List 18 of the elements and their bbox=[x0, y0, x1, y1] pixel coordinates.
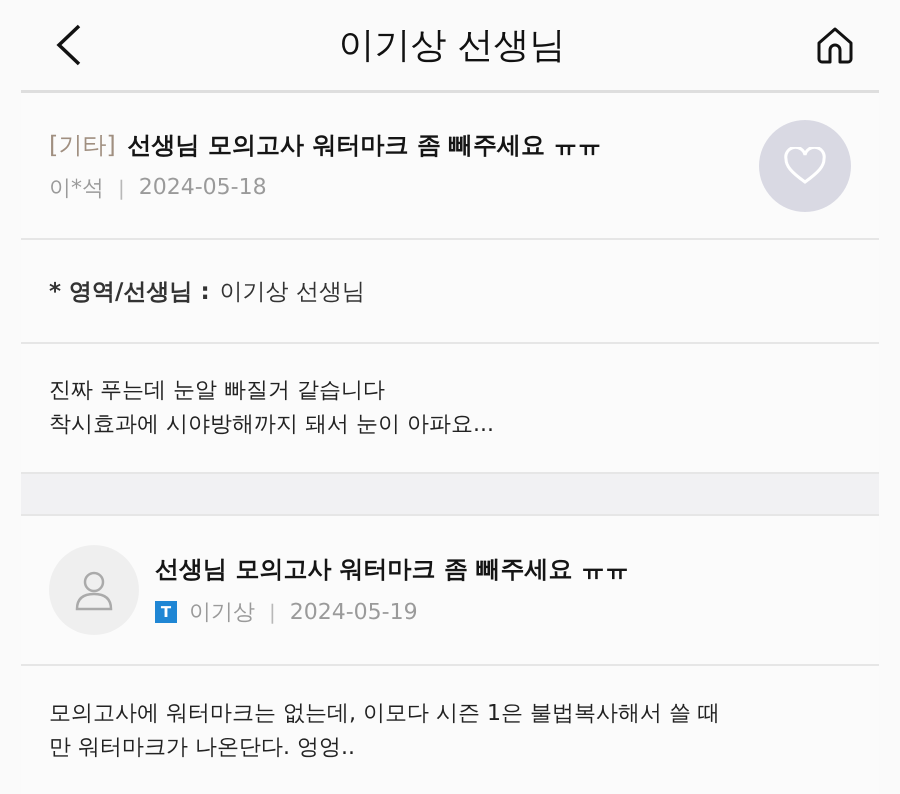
question-title: 선생님 모의고사 워터마크 좀 빼주세요 ㅠㅠ bbox=[128, 130, 602, 160]
page-title: 이기상 선생님 bbox=[338, 24, 566, 68]
post-date: 2024-05-18 bbox=[138, 175, 267, 200]
field-value: 이기상 선생님 bbox=[220, 278, 365, 306]
home-icon bbox=[814, 25, 855, 65]
post-date: 2024-05-19 bbox=[290, 600, 418, 624]
back-icon bbox=[55, 24, 83, 66]
category-label: [기타] bbox=[49, 130, 116, 160]
answer-title: 선생님 모의고사 워터마크 좀 빼주세요 ㅠㅠ bbox=[155, 554, 630, 585]
answer-body: 모의고사에 워터마크는 없는데, 이모다 시즌 1은 불법복사해서 쓸 때 만 워터마크가 나온단다. 엉엉.. bbox=[49, 700, 720, 762]
meta-separator: | bbox=[118, 176, 125, 200]
field-label: * 영역/선생님 : bbox=[49, 278, 210, 306]
heart-icon bbox=[783, 146, 827, 184]
author-name: 이*석 bbox=[49, 174, 104, 202]
question-body: 진짜 푸는데 눈알 빠질거 같습니다 착시효과에 시야방해까지 돼서 눈이 아파요... bbox=[49, 377, 494, 439]
teacher-badge: T bbox=[155, 601, 177, 623]
meta-separator: | bbox=[269, 600, 276, 624]
author-name: 이기상 bbox=[189, 599, 255, 627]
